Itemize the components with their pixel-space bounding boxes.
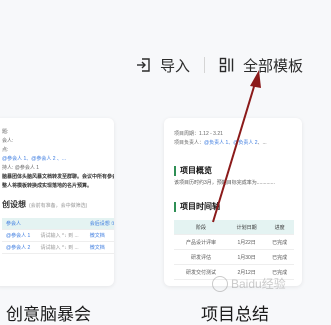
table-cell: 会后设想 ① <box>85 218 114 230</box>
preview-line: 持人: @参会人 1 <box>2 165 40 171</box>
section-note: (会前有准备，会中做筛选) <box>29 203 88 209</box>
import-label: 导入 <box>159 57 190 75</box>
table-cell: 请试输入 ^↓ 到 ... <box>36 229 86 242</box>
column-header: 计划日期 <box>228 220 266 235</box>
table-cell <box>36 218 86 230</box>
preview-mentions: @参会人 1、@参会人 2 、... <box>2 156 67 162</box>
card-preview-meta: 项目周期：1.12 - 3.21 项目负责人：@负责人 1、@负责人 2、... <box>174 130 267 148</box>
table-row: 产品设计评审 1月22日 已完成 <box>174 234 294 250</box>
table-cell: 研发评估 <box>174 249 229 265</box>
table-row: @参会人 1 请试输入 ^↓ 到 ... 微文档 <box>2 229 114 242</box>
preview-line: 会人: <box>2 138 14 144</box>
table-cell: @参会人 1 <box>2 229 37 242</box>
toolbar: 导入 全部模板 <box>136 52 303 78</box>
preview-line: 整人将模板转换成实现落地的名片预算。 <box>2 183 93 189</box>
table-header-row: 阶段 计划日期 进度 <box>174 220 294 235</box>
template-card-project-summary[interactable]: 项目周期：1.12 - 3.21 项目负责人：@负责人 1、@负责人 2、...… <box>164 118 302 286</box>
table-cell: 已完成 <box>265 234 294 250</box>
section-title-text: 创设想 <box>2 200 26 209</box>
table-cell: 微文档 <box>85 241 114 254</box>
all-templates-label: 全部模板 <box>242 57 303 75</box>
import-button[interactable]: 导入 <box>136 55 190 76</box>
watermark-text: Baidu经验 <box>231 277 286 291</box>
template-title-project-summary[interactable]: 项目总结 <box>201 300 269 325</box>
template-card-brainstorm[interactable]: 题: 会人: 点: @参会人 1、@参会人 2 、... 持人: @参会人 1 … <box>0 118 114 286</box>
table-cell: 微文档 <box>85 229 114 242</box>
owner-mentions: @负责人 1、@负责人 2 <box>204 140 258 146</box>
table-cell: 产品设计评审 <box>174 234 229 250</box>
column-header: 阶段 <box>174 220 229 235</box>
preview-period: 项目周期：1.12 - 3.21 <box>174 131 223 137</box>
all-templates-button[interactable]: 全部模板 <box>219 55 303 76</box>
table-row: @参会人 2 请试输入 ^↓ 到 ... 微文档 <box>2 241 114 254</box>
preview-heading-timeline: 项目时间轴 <box>174 202 220 212</box>
template-title-brainstorm[interactable]: 创意脑暴会 <box>6 300 91 325</box>
preview-section-title: 创设想 (会前有准备，会中做筛选) <box>2 199 87 210</box>
table-cell: 1月30日 <box>228 249 266 265</box>
table-cell: 参会人 <box>2 218 37 230</box>
toolbar-divider <box>203 57 205 73</box>
preview-table: 参会人 会后设想 ① @参会人 1 请试输入 ^↓ 到 ... 微文档 @参会人… <box>2 218 114 254</box>
import-icon <box>136 57 152 73</box>
preview-line: 脑暴团体头脑风暴文档转发至群聊。会议中所有参会人 <box>2 174 114 180</box>
preview-line: 题: <box>2 129 9 135</box>
column-header: 进度 <box>265 220 294 235</box>
card-preview: 题: 会人: 点: @参会人 1、@参会人 2 、... 持人: @参会人 1 … <box>2 128 114 254</box>
table-cell: 已完成 <box>265 249 294 265</box>
table-cell: 1月22日 <box>228 234 266 250</box>
preview-line: 点: <box>2 147 9 153</box>
template-grid-icon <box>219 57 235 73</box>
table-row: 参会人 会后设想 ① <box>2 218 114 230</box>
watermark-logo <box>212 275 228 292</box>
table-cell: 请试输入 ^↓ 到 ... <box>36 241 86 254</box>
watermark: Baidu经验 <box>212 275 286 292</box>
preview-heading-overview: 项目概览 <box>174 166 212 176</box>
preview-owner: 项目负责人：@负责人 1、@负责人 2、... <box>174 140 267 146</box>
preview-overview-text: 该项目历时约3月，预期目标完成率为............. <box>174 180 275 186</box>
preview-timeline-table: 阶段 计划日期 进度 产品设计评审 1月22日 已完成 研发评估 1月30日 已… <box>174 220 294 280</box>
table-row: 研发评估 1月30日 已完成 <box>174 249 294 265</box>
table-cell: @参会人 2 <box>2 241 37 254</box>
